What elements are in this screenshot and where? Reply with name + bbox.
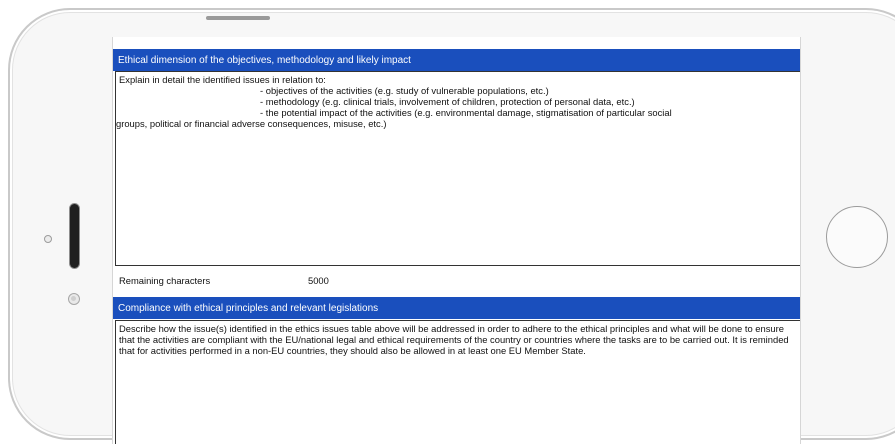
earpiece-speaker [70,204,79,268]
ethical-dimension-textarea[interactable]: Explain in detail the identified issues … [115,71,800,266]
textarea-intro: Explain in detail the identified issues … [119,74,326,85]
hint-methodology: - methodology (e.g. clinical trials, inv… [260,96,635,107]
home-button[interactable] [826,206,888,268]
proximity-sensor [44,235,52,243]
remaining-characters: Remaining characters 5000 [119,275,329,286]
compliance-description: Describe how the issue(s) identified in … [119,323,789,356]
compliance-textarea[interactable]: Describe how the issue(s) identified in … [115,320,800,444]
remaining-characters-count: 5000 [308,275,329,286]
form-screen: Ethical dimension of the objectives, met… [112,37,801,444]
remaining-characters-label: Remaining characters [119,275,211,286]
front-camera [68,293,80,305]
ethical-dimension-header: Ethical dimension of the objectives, met… [113,49,800,71]
hint-impact-continued: groups, political or financial adverse c… [116,118,387,129]
compliance-header: Compliance with ethical principles and r… [113,297,800,319]
hint-objectives: - objectives of the activities (e.g. stu… [260,85,549,96]
hint-impact: - the potential impact of the activities… [260,107,672,118]
power-button [206,16,270,20]
